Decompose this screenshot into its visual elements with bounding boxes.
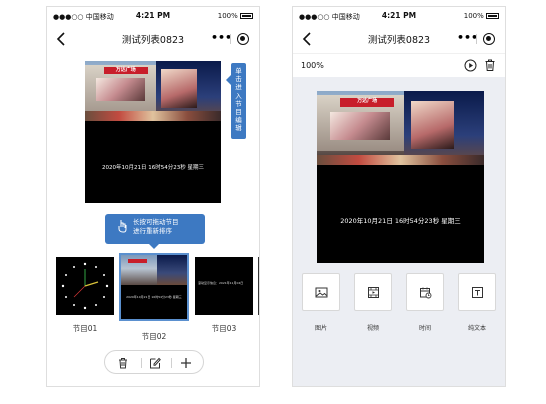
edit-hint-tooltip: 单 击 进 入 节 目 编 辑 (226, 63, 246, 139)
video-label: 视频 (366, 325, 379, 332)
clock-icon (420, 287, 432, 299)
building-screen (95, 77, 145, 101)
more-icon[interactable]: ••• (457, 30, 478, 46)
play-icon[interactable] (464, 59, 477, 72)
program-thumbnail-strip: 节目01 2020年10月21日 16时54分23秒 星期三 节目02 滚动显示… (47, 253, 259, 347)
edit-hint-char: 节 (235, 99, 242, 108)
nav-bar: 测试列表0823 ••• (293, 25, 505, 53)
edit-hint-char: 辑 (235, 124, 242, 133)
battery-status: 100% (464, 12, 499, 20)
edit-hint-char: 目 (235, 108, 242, 117)
program-toolbar (104, 350, 204, 374)
content-type-bar: 图片 视频 时间 纯文本 (293, 273, 505, 333)
status-bar: ●●●○○ 中国移动 4:21 PM 100% (293, 7, 505, 25)
more-icon[interactable]: ••• (211, 30, 232, 46)
preview-building-image: 万达广场 (85, 61, 221, 121)
capsule-divider (476, 34, 477, 44)
program-thumb-04-partial[interactable] (258, 257, 259, 315)
battery-icon (486, 13, 499, 19)
preview-datetime: 2020年10月21日 16时54分23秒 星期三 (102, 165, 204, 171)
building-street (85, 111, 221, 121)
add-image-button[interactable] (302, 273, 340, 311)
drag-hint-tooltip: 长按可拖动节目 进行重新排序 (105, 214, 205, 249)
add-text-button[interactable] (458, 273, 496, 311)
toolbar-divider (171, 358, 172, 368)
edit-hint-char: 入 (235, 91, 242, 100)
thumb-building-right (157, 255, 187, 285)
program-canvas[interactable]: 万达广场 2020年10月21日 16时54分23秒 星期三 (317, 91, 484, 263)
time-label: 时间 (418, 325, 431, 332)
thumb-datetime: 2020年10月21日 16时54分23秒 星期三 (126, 295, 182, 299)
program-list-screen: ●●●○○ 中国移动 4:21 PM 100% 测试列表0823 ••• 万达广… (46, 6, 260, 387)
toolbar-divider (141, 358, 142, 368)
building-poster (161, 69, 197, 108)
mini-program-capsule: ••• (455, 30, 497, 48)
drag-hint-line2: 进行重新排序 (133, 227, 172, 235)
building-street (317, 155, 484, 165)
program-thumb-02-selected[interactable]: 2020年10月21日 16时54分23秒 星期三 (119, 253, 189, 321)
edit-hint-char: 进 (235, 83, 242, 92)
status-bar: ●●●○○ 中国移动 4:21 PM 100% (47, 7, 259, 25)
program-edit-screen: ●●●○○ 中国移动 4:21 PM 100% 测试列表0823 ••• 100… (292, 6, 506, 387)
image-icon (315, 287, 328, 298)
program-thumb-03[interactable]: 滚动显示信息：2021年11月04日 (195, 257, 253, 315)
mini-program-capsule: ••• (209, 30, 251, 48)
delete-icon[interactable] (484, 58, 496, 72)
building-sign: 万达广场 (104, 67, 148, 75)
video-icon (368, 287, 379, 298)
thumb-building-sign (127, 258, 148, 264)
text-icon (472, 287, 483, 298)
building-poster (410, 101, 454, 149)
edit-hint-char: 击 (235, 75, 242, 84)
battery-percent: 100% (463, 12, 484, 20)
edit-icon[interactable] (148, 356, 162, 370)
canvas-building-image[interactable]: 万达广场 (317, 91, 484, 165)
thumb3-scroll-text: 滚动显示信息：2021年11月04日 (198, 281, 244, 285)
zoom-level[interactable]: 100% (301, 61, 324, 70)
battery-status: 100% (218, 12, 253, 20)
building-screen (330, 111, 391, 140)
program-thumb-01[interactable] (56, 257, 114, 315)
delete-icon[interactable] (116, 356, 130, 370)
text-label: 纯文本 (467, 325, 486, 332)
close-target-icon[interactable] (483, 33, 495, 45)
program-label-01: 节目01 (72, 324, 98, 333)
analog-clock-icon (61, 262, 109, 310)
close-target-icon[interactable] (237, 33, 249, 45)
add-time-button[interactable] (406, 273, 444, 311)
drag-hint-line1: 长按可拖动节目 (133, 218, 179, 226)
nav-bar: 测试列表0823 ••• (47, 25, 259, 53)
canvas-datetime[interactable]: 2020年10月21日 16时54分23秒 星期三 (317, 215, 484, 225)
program-label-03: 节目03 (211, 324, 237, 333)
program-label-02: 节目02 (141, 332, 167, 341)
edit-hint-char: 单 (235, 67, 242, 75)
battery-percent: 100% (217, 12, 238, 20)
capsule-divider (230, 34, 231, 44)
add-icon[interactable] (179, 356, 193, 370)
drag-hand-icon (118, 220, 127, 233)
add-video-button[interactable] (354, 273, 392, 311)
building-sign: 万达广场 (340, 98, 394, 108)
battery-icon (240, 13, 253, 19)
edit-top-bar: 100% (293, 53, 505, 77)
thumb-building-image (121, 255, 187, 285)
image-label: 图片 (314, 325, 327, 332)
program-preview[interactable]: 万达广场 2020年10月21日 16时54分23秒 星期三 (85, 61, 221, 203)
